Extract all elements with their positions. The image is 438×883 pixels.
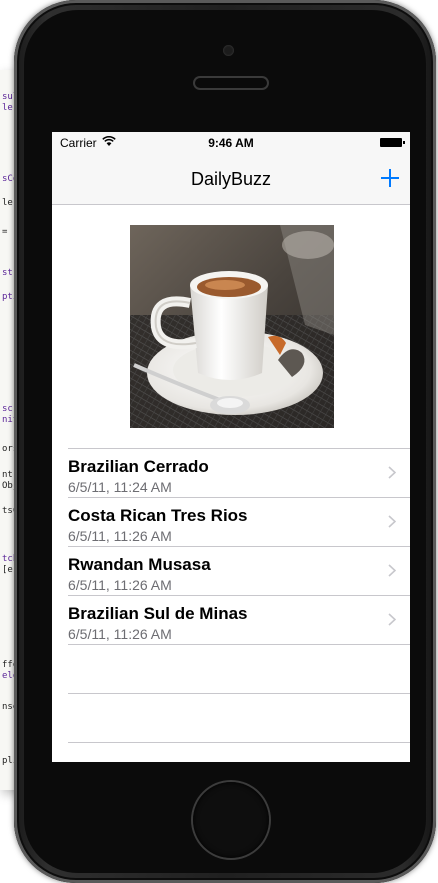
espresso-cup-image: [130, 225, 334, 428]
empty-row: [68, 694, 410, 743]
front-camera: [223, 45, 234, 56]
coffee-name: Brazilian Cerrado: [68, 457, 209, 476]
chevron-right-icon: [388, 515, 396, 528]
coffee-name: Costa Rican Tres Rios: [68, 506, 248, 525]
coffee-list: Brazilian Cerrado 6/5/11, 11:24 AM Costa…: [68, 448, 410, 743]
nav-title: DailyBuzz: [190, 169, 272, 189]
home-button[interactable]: [193, 782, 269, 858]
table-row[interactable]: Rwandan Musasa 6/5/11, 11:26 AM: [68, 547, 410, 596]
empty-row: [68, 645, 410, 694]
battery-icon: [380, 138, 405, 147]
chevron-right-icon: [388, 564, 396, 577]
coffee-date: 6/5/11, 11:26 AM: [68, 528, 172, 544]
coffee-name: Brazilian Sul de Minas: [68, 604, 248, 623]
coffee-date: 6/5/11, 11:26 AM: [68, 626, 172, 642]
code-fragment: st: [2, 268, 13, 278]
table-row[interactable]: Costa Rican Tres Rios 6/5/11, 11:26 AM: [68, 498, 410, 547]
status-bar: Carrier 9:46 AM: [52, 132, 410, 154]
coffee-photo: [130, 225, 334, 428]
table-row[interactable]: Brazilian Cerrado 6/5/11, 11:24 AM: [68, 449, 410, 498]
coffee-date: 6/5/11, 11:24 AM: [68, 479, 172, 495]
plus-icon: [381, 169, 399, 187]
navigation-bar: DailyBuzz: [52, 154, 410, 205]
add-button[interactable]: [374, 162, 406, 194]
coffee-name: Rwandan Musasa: [68, 555, 211, 574]
app-screen: Carrier 9:46 AM DailyBuzz Brazilian Cerr…: [52, 132, 410, 762]
earpiece-speaker: [195, 78, 267, 88]
coffee-date: 6/5/11, 11:26 AM: [68, 577, 172, 593]
chevron-right-icon: [388, 466, 396, 479]
chevron-right-icon: [388, 613, 396, 626]
status-time: 9:46 AM: [208, 136, 254, 150]
table-row[interactable]: Brazilian Sul de Minas 6/5/11, 11:26 AM: [68, 596, 410, 645]
code-fragment: =: [2, 227, 8, 237]
